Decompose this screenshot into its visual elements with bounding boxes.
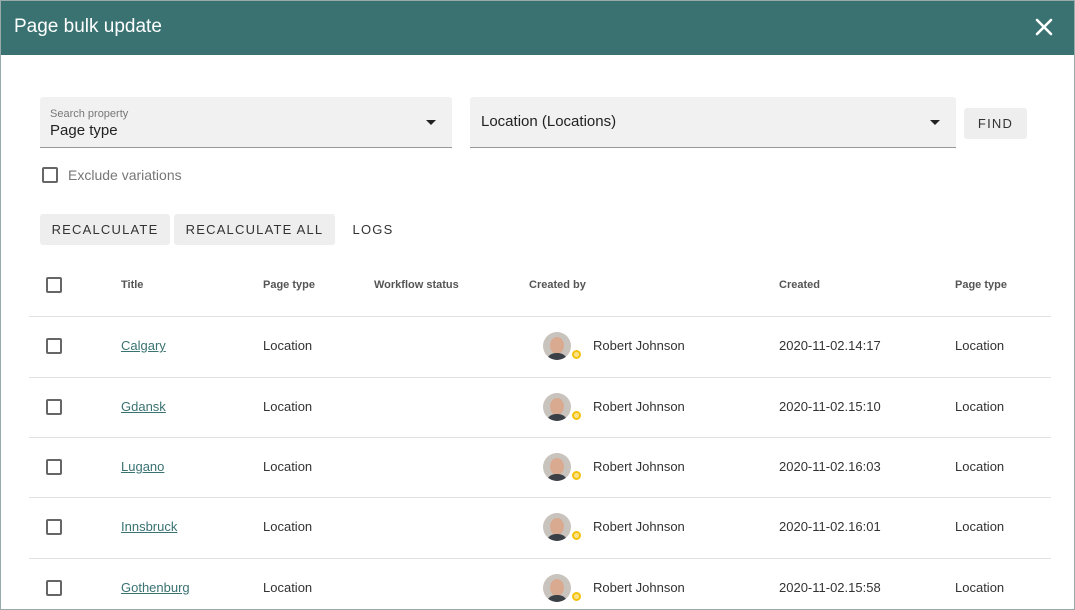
- dialog-title: Page bulk update: [14, 16, 162, 37]
- row-checkbox[interactable]: [46, 459, 62, 475]
- avatar: [543, 393, 571, 421]
- row-created-by: Robert Johnson: [593, 399, 685, 414]
- row-checkbox[interactable]: [46, 399, 62, 415]
- row-title-link[interactable]: Lugano: [121, 459, 164, 474]
- table-row: Lugano Location Robert Johnson 2020-11-0…: [29, 437, 1051, 497]
- search-property-select[interactable]: Search property Page type: [40, 97, 452, 148]
- row-checkbox[interactable]: [46, 338, 62, 354]
- logs-button[interactable]: LOGS: [341, 214, 405, 245]
- row-page-type-2: Location: [955, 519, 1005, 534]
- status-dot-icon: [570, 590, 583, 603]
- row-created-by: Robert Johnson: [593, 519, 685, 534]
- close-button[interactable]: [1032, 15, 1056, 39]
- row-created: 2020-11-02.14:17: [779, 338, 881, 353]
- column-header-created-by[interactable]: Created by: [529, 279, 586, 291]
- search-property-value: Page type: [50, 122, 118, 139]
- row-title-link[interactable]: Gdansk: [121, 399, 166, 414]
- column-header-page-type[interactable]: Page type: [263, 279, 315, 291]
- avatar: [543, 332, 571, 360]
- search-property-label: Search property: [50, 108, 129, 120]
- select-all-checkbox[interactable]: [46, 277, 62, 293]
- recalculate-all-button[interactable]: RECALCULATE ALL: [174, 214, 335, 245]
- row-created: 2020-11-02.16:01: [779, 519, 881, 534]
- table-row: Innsbruck Location Robert Johnson 2020-1…: [29, 497, 1051, 557]
- row-created-by: Robert Johnson: [593, 338, 685, 353]
- page-type-value-select[interactable]: Location (Locations): [470, 97, 956, 148]
- status-dot-icon: [570, 409, 583, 422]
- column-header-page-type-2[interactable]: Page type: [955, 279, 1007, 291]
- row-created: 2020-11-02.16:03: [779, 459, 881, 474]
- page-type-value: Location (Locations): [481, 113, 617, 130]
- recalculate-button[interactable]: RECALCULATE: [40, 214, 170, 245]
- row-page-type-2: Location: [955, 580, 1005, 595]
- column-header-created[interactable]: Created: [779, 279, 820, 291]
- status-dot-icon: [570, 469, 583, 482]
- row-created-by: Robert Johnson: [593, 459, 685, 474]
- row-page-type: Location: [263, 519, 313, 534]
- dialog-header: Page bulk update: [1, 1, 1074, 55]
- row-created-by: Robert Johnson: [593, 580, 685, 595]
- row-created: 2020-11-02.15:10: [779, 399, 881, 414]
- row-page-type: Location: [263, 459, 313, 474]
- table-row: Gothenburg Location Robert Johnson 2020-…: [29, 558, 1051, 609]
- row-page-type-2: Location: [955, 338, 1005, 353]
- exclude-variations-checkbox[interactable]: [42, 167, 58, 183]
- row-page-type: Location: [263, 338, 313, 353]
- table-row: Calgary Location Robert Johnson 2020-11-…: [29, 316, 1051, 376]
- close-icon: [1035, 18, 1053, 36]
- table-row: Gdansk Location Robert Johnson 2020-11-0…: [29, 377, 1051, 437]
- column-header-workflow-status[interactable]: Workflow status: [374, 279, 459, 291]
- row-page-type-2: Location: [955, 399, 1005, 414]
- chevron-down-icon: [930, 120, 940, 125]
- row-page-type: Location: [263, 580, 313, 595]
- row-checkbox[interactable]: [46, 580, 62, 596]
- avatar: [543, 513, 571, 541]
- row-checkbox[interactable]: [46, 519, 62, 535]
- column-header-title[interactable]: Title: [121, 279, 143, 291]
- chevron-down-icon: [426, 120, 436, 125]
- avatar: [543, 574, 571, 602]
- row-page-type: Location: [263, 399, 313, 414]
- exclude-variations-label: Exclude variations: [68, 167, 182, 183]
- row-page-type-2: Location: [955, 459, 1005, 474]
- status-dot-icon: [570, 529, 583, 542]
- page-bulk-update-dialog: Page bulk update Search property Page ty…: [0, 0, 1075, 610]
- avatar: [543, 453, 571, 481]
- row-title-link[interactable]: Calgary: [121, 338, 166, 353]
- find-button[interactable]: FIND: [964, 108, 1027, 139]
- row-created: 2020-11-02.15:58: [779, 580, 881, 595]
- status-dot-icon: [570, 348, 583, 361]
- row-title-link[interactable]: Innsbruck: [121, 519, 177, 534]
- row-title-link[interactable]: Gothenburg: [121, 580, 190, 595]
